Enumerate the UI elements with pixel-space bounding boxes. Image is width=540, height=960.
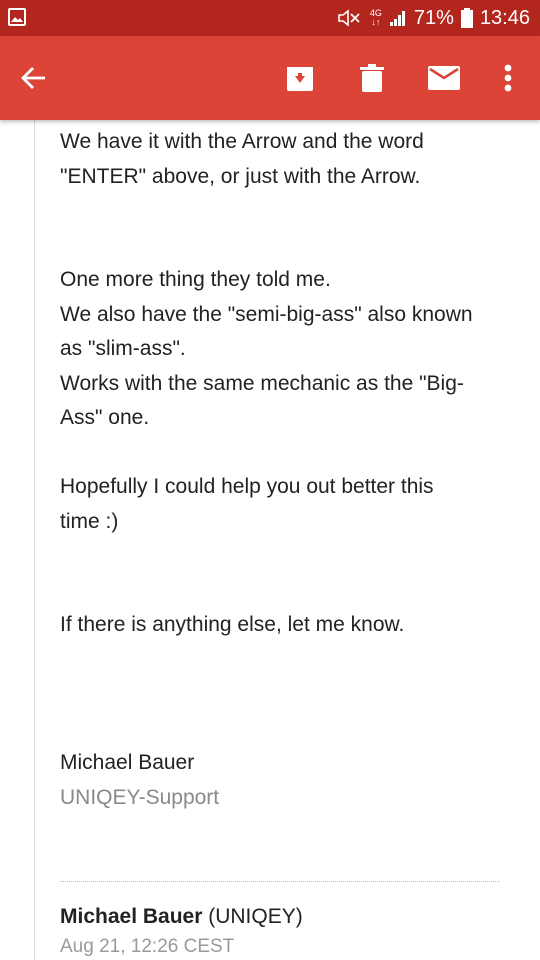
message-header[interactable]: Michael Bauer (UNIQEY) [60, 900, 303, 934]
status-bar: 4G ↓↑ 71% 13:46 [0, 0, 540, 36]
email-signature: Michael Bauer UNIQEY-Support [60, 746, 510, 815]
sender-name: Michael Bauer [60, 905, 203, 928]
text-line: We also have the "semi-big-ass" also kno… [60, 302, 473, 326]
message-date: Aug 21, 12:26 CEST [60, 936, 235, 957]
back-button[interactable] [12, 36, 56, 120]
text-line: One more thing they told me. [60, 268, 331, 291]
app-bar [0, 36, 540, 120]
more-options-button[interactable] [488, 36, 528, 120]
signature-name: Michael Bauer [60, 751, 195, 774]
archive-icon [287, 67, 313, 91]
text-line: "ENTER" above, or just with the Arrow. [60, 164, 421, 188]
email-paragraph: If there is anything else, let me know. [60, 608, 510, 643]
gallery-icon [8, 8, 26, 26]
text-line: If there is anything else, let me know. [60, 613, 405, 636]
text-line: Hopefully I could help you out better th… [60, 475, 434, 498]
mark-unread-icon [428, 66, 460, 90]
clock: 13:46 [479, 6, 530, 29]
sender-org: (UNIQEY) [208, 905, 303, 928]
archive-button[interactable] [278, 36, 322, 120]
mark-unread-button[interactable] [422, 36, 466, 120]
delete-icon [360, 64, 384, 92]
mute-icon [338, 9, 360, 27]
signature-org: UNIQEY-Support [60, 785, 220, 809]
network-type: 4G ↓↑ [369, 8, 382, 27]
text-line: Ass" one. [60, 406, 150, 429]
email-content: We have it with the Arrow and the word "… [0, 120, 540, 960]
text-line: as "slim-ass". [60, 337, 186, 360]
delete-button[interactable] [350, 36, 394, 120]
text-line: Works with the same mechanic as the "Big… [60, 371, 464, 395]
email-paragraph: We have it with the Arrow and the word "… [60, 125, 510, 194]
thread-rail [34, 120, 35, 960]
more-vert-icon [504, 64, 512, 92]
back-arrow-icon [21, 67, 45, 89]
battery-percent: 71% [413, 6, 454, 29]
email-paragraph: One more thing they told me. We also hav… [60, 263, 510, 436]
message-divider [60, 881, 500, 882]
text-line: time :) [60, 509, 119, 533]
text-line: We have it with the Arrow and the word [60, 130, 424, 153]
battery-icon [460, 8, 473, 28]
signal-icon [389, 11, 405, 26]
email-paragraph: Hopefully I could help you out better th… [60, 470, 510, 539]
